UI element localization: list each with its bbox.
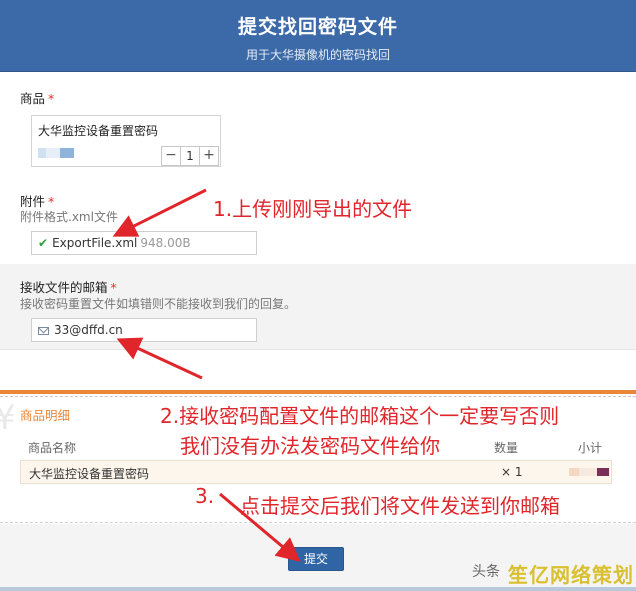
check-icon: ✔ — [38, 236, 49, 250]
page-header: 提交找回密码文件 用于大华摄像机的密码找回 — [0, 0, 636, 72]
details-header-qty: 数量 — [494, 441, 519, 455]
detail-row-qty: × 1 — [501, 465, 523, 479]
dashed-divider-bottom — [0, 522, 636, 523]
section-divider — [0, 390, 636, 394]
file-upload-field[interactable]: ✔ ExportFile.xml 948.00B — [31, 231, 257, 255]
email-label: 接收文件的邮箱 * — [20, 280, 117, 295]
detail-row-name: 大华监控设备重置密码 — [29, 467, 150, 481]
annotation-step1: 1.上传刚刚导出的文件 — [213, 197, 413, 221]
file-size: 948.00B — [140, 236, 191, 250]
details-title: 商品明细 — [20, 408, 71, 423]
page-title: 提交找回密码文件 — [237, 16, 398, 38]
quantity-minus-button[interactable]: − — [162, 147, 180, 165]
details-header-name: 商品名称 — [28, 441, 77, 455]
dashed-divider — [0, 396, 636, 397]
product-label: 商品 * — [20, 91, 55, 106]
annotation-step3: 点击提交后我们将文件发送到你邮箱 — [240, 494, 560, 518]
details-header-subtotal: 小计 — [578, 441, 603, 455]
email-value: 33@dffd.cn — [54, 323, 123, 337]
detail-row-subtotal — [569, 466, 613, 478]
annotation-step3-number: 3. — [195, 484, 215, 508]
mail-icon — [38, 327, 49, 335]
product-card: 大华监控设备重置密码 − 1 + — [31, 115, 221, 167]
product-name: 大华监控设备重置密码 — [38, 124, 159, 138]
annotation-step2-line2: 我们没有办法发密码文件给你 — [180, 434, 440, 458]
watermark-brand: 笙亿网络策划 — [508, 563, 634, 587]
quantity-plus-button[interactable]: + — [200, 147, 218, 165]
watermark-source: 头条 — [472, 564, 500, 580]
email-hint: 接收密码重置文件如填错则不能接收到我们的回复。 — [20, 297, 297, 311]
file-name: ExportFile.xml — [52, 236, 138, 250]
annotation-step2-line1: 2.接收密码配置文件的邮箱这个一定要写否则 — [160, 404, 560, 428]
quantity-value[interactable]: 1 — [180, 147, 200, 165]
email-field[interactable]: 33@dffd.cn — [31, 318, 257, 342]
attachment-hint: 附件格式.xml文件 — [20, 210, 118, 224]
product-thumbnail — [38, 146, 82, 160]
page-subtitle: 用于大华摄像机的密码找回 — [245, 48, 390, 62]
table-row: 大华监控设备重置密码 × 1 — [20, 460, 612, 484]
yen-watermark-icon: ¥ — [0, 398, 16, 438]
submit-button[interactable]: 提交 — [288, 547, 344, 571]
quantity-stepper[interactable]: − 1 + — [161, 146, 219, 166]
